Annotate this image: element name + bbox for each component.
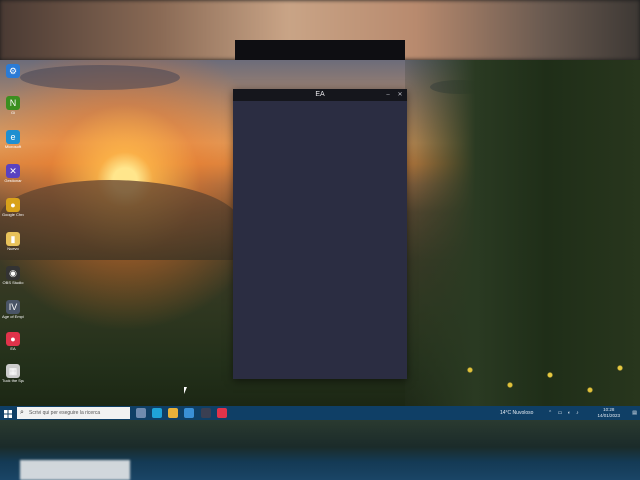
search-icon: ⌕	[20, 409, 24, 416]
ea-app-icon: ●	[6, 332, 20, 346]
aoe-icon: IV	[6, 300, 20, 314]
desktop-icon-label: Age of Empires IV	[2, 314, 24, 319]
cloud	[20, 65, 180, 90]
desktop-icon-label: Gestionar	[4, 178, 22, 183]
desktop-icon[interactable]: e Microsoft	[2, 130, 24, 160]
windows-start-icon[interactable]	[2, 407, 14, 419]
game-icon: ▦	[6, 364, 20, 378]
search-placeholder: Scrivi qui per eseguire la ricerca	[29, 410, 101, 416]
file-explorer-icon[interactable]	[168, 408, 178, 418]
task-view-icon[interactable]	[136, 408, 146, 418]
obs-icon: ◉	[6, 266, 20, 280]
edge-taskbar-icon[interactable]	[152, 408, 162, 418]
desktop-icon[interactable]: N Gi	[2, 96, 24, 126]
blurred-taskbar-ghost	[20, 460, 130, 480]
window-title: EA	[315, 91, 325, 98]
desktop-icon-label: Microsoft	[4, 144, 22, 149]
hill	[0, 180, 240, 260]
chrome-icon: ●	[6, 198, 20, 212]
steam-icon[interactable]	[201, 408, 211, 418]
desktop-icon[interactable]: ▦Tuck the Space	[2, 364, 24, 394]
desktop-icon-label: Nuevo	[7, 246, 19, 251]
notification-icon[interactable]: ▤	[632, 406, 637, 420]
ea-taskbar-icon[interactable]	[217, 408, 227, 418]
desktop-icon[interactable]: ● EA	[2, 332, 24, 362]
taskbar: ⌕ Scrivi qui per eseguire la ricerca 14°…	[0, 406, 640, 420]
windows-settings-icon: ⚙	[6, 64, 20, 78]
desktop-icon-label: OBS Studio	[2, 280, 24, 285]
desktop-icon[interactable]: ▮ Nuevo	[2, 232, 24, 262]
folder-icon: ▮	[6, 232, 20, 246]
nvidia-icon: N	[6, 96, 20, 110]
desktop-icon[interactable]: ◉ OBS Studio	[2, 266, 24, 296]
system-clock[interactable]: 10:28 14/01/2023	[597, 407, 620, 419]
tray-icons[interactable]: ⌃ ▭ ◐ ♪	[548, 406, 581, 420]
window-titlebar[interactable]: EA – ✕	[233, 89, 407, 101]
close-icon[interactable]: ✕	[395, 89, 405, 101]
edge-icon: e	[6, 130, 20, 144]
desktop-icon-label: EA	[10, 346, 16, 351]
taskbar-search-input[interactable]: ⌕ Scrivi qui per eseguire la ricerca	[17, 407, 130, 419]
flowers	[440, 350, 640, 406]
desktop-icon[interactable]: ⚙	[2, 64, 24, 94]
ea-app-window[interactable]: EA – ✕	[233, 89, 407, 379]
desktop-icon[interactable]: ●Google Chrome	[2, 198, 24, 228]
desktop-icon[interactable]: ✕ Gestionar	[2, 164, 24, 194]
desktop-icon-label: Gi	[11, 110, 15, 115]
desktop-icon-label: Tuck the Space	[2, 378, 24, 383]
tools-icon: ✕	[6, 164, 20, 178]
mouse-cursor	[184, 387, 187, 394]
weather-widget[interactable]: 14°C Nuvoloso	[500, 406, 533, 420]
clock-date: 14/01/2023	[597, 413, 620, 418]
minimize-icon[interactable]: –	[383, 89, 393, 101]
blurred-window-ghost	[235, 40, 405, 60]
window-content	[233, 101, 407, 379]
desktop-icon-label: Google Chrome	[2, 212, 24, 217]
desktop-icon[interactable]: IVAge of Empires IV	[2, 300, 24, 330]
mail-icon[interactable]	[184, 408, 194, 418]
